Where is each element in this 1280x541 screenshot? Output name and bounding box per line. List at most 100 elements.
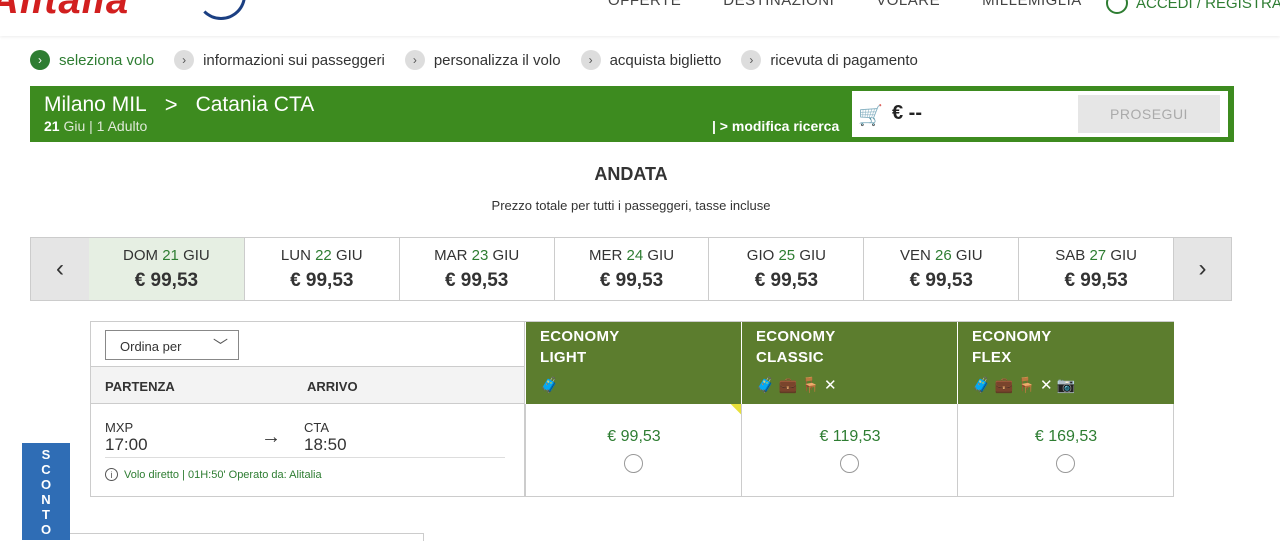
date-option[interactable]: MER 24 GIU € 99,53 bbox=[553, 238, 709, 300]
next-dates-button[interactable]: › bbox=[1173, 238, 1232, 300]
discount-letter: C bbox=[41, 462, 51, 477]
date-option[interactable]: SAB 27 GIU € 99,53 bbox=[1018, 238, 1173, 300]
arrival-time: 18:50 bbox=[304, 435, 347, 454]
fare-option-flex[interactable]: € 169,53 bbox=[957, 404, 1174, 496]
date-option[interactable]: VEN 26 GIU € 99,53 bbox=[863, 238, 1018, 300]
column-headers: PARTENZA ARRIVO bbox=[91, 366, 524, 403]
modify-search-link[interactable]: | > modifica ricerca bbox=[712, 118, 839, 134]
nav-destinazioni[interactable]: DESTINAZIONI bbox=[723, 0, 834, 9]
flight-info-link[interactable]: i Volo diretto | 01H:50' Operato da: Ali… bbox=[105, 468, 322, 481]
date-option[interactable]: DOM 21 GIU € 99,53 bbox=[88, 238, 244, 300]
nav-volare[interactable]: VOLARE bbox=[876, 0, 940, 9]
arrow-right-icon: → bbox=[261, 426, 281, 448]
search-summary-banner: Milano MIL > Catania CTA 21 Giu | 1 Adul… bbox=[30, 86, 1234, 142]
fare-baggage-icons: 🧳💼🪑✕ bbox=[756, 377, 841, 394]
account-label: ACCEDI / REGISTRA bbox=[1136, 0, 1280, 12]
date-price: € 99,53 bbox=[599, 269, 664, 291]
trip-date-rest: Giu | 1 Adulto bbox=[63, 118, 148, 134]
date-option[interactable]: MAR 23 GIU € 99,53 bbox=[398, 238, 554, 300]
continue-button[interactable]: PROSEGUI bbox=[1078, 95, 1220, 133]
date-day: 23 bbox=[471, 246, 489, 264]
table-left-header: Ordina per ﹀ PARTENZA ARRIVO bbox=[91, 322, 525, 404]
user-icon bbox=[1106, 0, 1128, 14]
info-icon: i bbox=[105, 468, 118, 481]
fare-option-classic[interactable]: € 119,53 bbox=[741, 404, 958, 496]
chevron-down-icon: ﹀ bbox=[212, 338, 228, 355]
logo-swirl-icon bbox=[196, 0, 246, 20]
fare-radio[interactable] bbox=[1056, 454, 1075, 473]
step-acquista-biglietto[interactable]: › acquista biglietto bbox=[580, 50, 722, 70]
discount-tab[interactable]: S C O N T O bbox=[22, 443, 70, 540]
prev-dates-button[interactable]: ‹ bbox=[31, 238, 89, 300]
date-dow: VEN bbox=[899, 246, 931, 264]
departure-code: MXP bbox=[105, 420, 134, 435]
chevron-right-icon: › bbox=[404, 50, 425, 70]
section-title: ANDATA bbox=[594, 164, 668, 184]
date-day: 27 bbox=[1089, 246, 1107, 264]
discount-letter: N bbox=[41, 492, 51, 507]
fare-option-light[interactable]: € 99,53 bbox=[525, 404, 742, 496]
date-price: € 99,53 bbox=[754, 269, 819, 291]
nav-millemiglia[interactable]: MILLEMIGLIA bbox=[982, 0, 1082, 9]
date-month: GIU bbox=[335, 246, 363, 264]
chevron-right-icon: › bbox=[174, 50, 195, 70]
date-price: € 99,53 bbox=[444, 269, 509, 291]
cart-icon: 🛒 bbox=[858, 105, 883, 127]
sort-dropdown[interactable]: Ordina per ﹀ bbox=[105, 330, 239, 360]
step-personalizza-volo[interactable]: › personalizza il volo bbox=[404, 50, 561, 70]
fare-header-light: ECONOMY LIGHT 🧳 bbox=[525, 322, 742, 404]
date-dow: MAR bbox=[434, 246, 468, 264]
date-option[interactable]: LUN 22 GIU € 99,53 bbox=[243, 238, 399, 300]
date-option[interactable]: GIO 25 GIU € 99,53 bbox=[708, 238, 863, 300]
fare-radio[interactable] bbox=[624, 454, 643, 473]
chevron-right-icon: › bbox=[1198, 255, 1207, 282]
chevron-left-icon: ‹ bbox=[55, 255, 64, 282]
trip-details: 21 Giu | 1 Adulto bbox=[44, 118, 147, 134]
date-price: € 99,53 bbox=[1064, 269, 1128, 291]
step-label: informazioni sui passeggeri bbox=[203, 51, 385, 69]
flights-table: Ordina per ﹀ PARTENZA ARRIVO ECONOMY LIGH… bbox=[90, 321, 1174, 497]
chevron-right-icon: › bbox=[580, 50, 601, 70]
fare-price: € 99,53 bbox=[607, 428, 661, 445]
discount-letter: O bbox=[40, 522, 52, 537]
fare-radio[interactable] bbox=[840, 454, 859, 473]
step-informazioni-passeggeri[interactable]: › informazioni sui passeggeri bbox=[174, 50, 385, 70]
fare-price: € 119,53 bbox=[819, 428, 881, 445]
divider bbox=[105, 457, 505, 458]
date-day: 22 bbox=[315, 246, 332, 264]
fare-header-flex: ECONOMY FLEX 🧳💼🪑✕📷 bbox=[957, 322, 1174, 404]
account-link[interactable]: ACCEDI / REGISTRA bbox=[1106, 0, 1280, 14]
date-dow: DOM bbox=[123, 246, 159, 264]
alitalia-logo[interactable]: Alitalia bbox=[0, 0, 129, 23]
step-seleziona-volo[interactable]: › seleziona volo bbox=[30, 50, 154, 70]
date-month: GIU bbox=[799, 246, 826, 264]
date-month: GIU bbox=[955, 246, 983, 264]
section-subtitle: Prezzo totale per tutti i passeggeri, ta… bbox=[491, 198, 771, 213]
route-separator-icon: > bbox=[164, 92, 178, 117]
fare-header-classic: ECONOMY CLASSIC 🧳💼🪑✕ bbox=[741, 322, 958, 404]
date-carousel: ‹ DOM 21 GIU € 99,53 LUN 22 GIU € 99,53 … bbox=[30, 237, 1232, 301]
col-departure: PARTENZA bbox=[105, 379, 175, 394]
nav-offerte[interactable]: OFFERTE bbox=[608, 0, 681, 9]
date-month: GIU bbox=[1110, 246, 1137, 264]
discount-letter: T bbox=[42, 507, 50, 522]
date-dow: LUN bbox=[280, 246, 311, 264]
date-month: GIU bbox=[183, 246, 210, 264]
step-label: acquista biglietto bbox=[609, 51, 722, 69]
fare-name-line2: CLASSIC bbox=[756, 349, 824, 366]
fare-name-line2: FLEX bbox=[972, 349, 1012, 366]
step-label: personalizza il volo bbox=[433, 51, 561, 69]
route: Milano MIL > Catania CTA bbox=[44, 92, 314, 118]
date-day: 21 bbox=[162, 246, 179, 264]
discount-letter: S bbox=[41, 447, 51, 462]
flight-row: MXP 17:00 → CTA 18:50 i Volo diretto | 0… bbox=[91, 404, 525, 496]
sort-label: Ordina per bbox=[120, 339, 182, 354]
arrival-code: CTA bbox=[304, 420, 330, 435]
step-label: seleziona volo bbox=[59, 51, 155, 69]
promo-ribbon bbox=[698, 404, 742, 428]
origin: Milano MIL bbox=[44, 93, 147, 116]
date-price: € 99,53 bbox=[134, 269, 199, 291]
fare-name-line2: LIGHT bbox=[540, 349, 587, 366]
step-ricevuta-pagamento[interactable]: › ricevuta di pagamento bbox=[741, 50, 918, 70]
date-price: € 99,53 bbox=[909, 269, 973, 291]
